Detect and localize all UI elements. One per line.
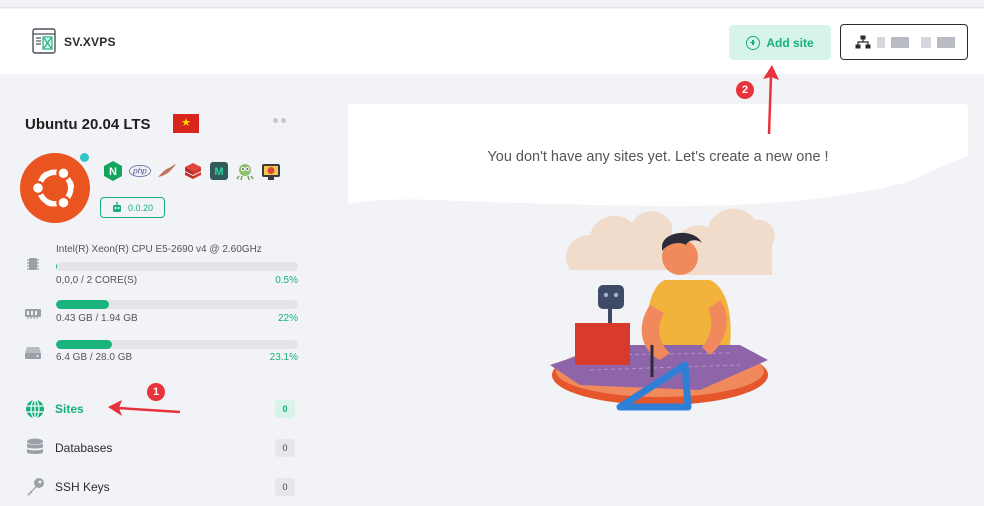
online-status-dot xyxy=(78,151,91,164)
server-switcher[interactable] xyxy=(840,24,968,60)
redis-icon xyxy=(183,161,203,181)
nav-label-ssh-keys: SSH Keys xyxy=(55,480,110,494)
cpu-model: Intel(R) Xeon(R) CPU E5-2690 v4 @ 2.60GH… xyxy=(56,244,262,255)
annotation-arrow-2 xyxy=(763,65,779,135)
svg-text:php: php xyxy=(132,167,147,176)
nav-label-databases: Databases xyxy=(55,441,113,455)
logo-icon xyxy=(32,28,56,54)
top-strip xyxy=(0,0,984,8)
disk-usage-bar xyxy=(56,340,298,349)
robot-icon xyxy=(112,202,121,212)
svg-text:M: M xyxy=(214,166,223,178)
add-site-label: Add site xyxy=(766,35,814,50)
php-icon: php xyxy=(129,161,151,181)
network-icon xyxy=(855,35,871,49)
redacted-text xyxy=(921,36,931,48)
svg-text:N: N xyxy=(109,166,117,178)
memory-icon xyxy=(25,309,41,319)
empty-state-message: You don't have any sites yet. Let's crea… xyxy=(487,149,829,165)
cpu-usage-bar xyxy=(56,262,298,271)
bug-icon xyxy=(235,161,255,181)
brand-name[interactable]: SV.XVPS xyxy=(64,35,116,49)
disk-usage-text: 6.4 GB / 28.0 GB xyxy=(56,352,133,363)
empty-state-illustration xyxy=(550,208,775,411)
monitor-icon xyxy=(261,161,281,181)
nginx-icon: N xyxy=(103,161,123,181)
agent-version-badge: 0.0.20 xyxy=(100,197,165,218)
ram-percent: 22% xyxy=(277,313,298,324)
ubuntu-logo-icon xyxy=(20,153,90,223)
nav-item-ssh-keys[interactable]: SSH Keys 0 xyxy=(24,476,296,498)
plus-circle-icon xyxy=(746,35,761,50)
cpu-percent: 0.5% xyxy=(275,275,298,286)
disk-icon xyxy=(25,347,41,359)
mariadb-icon xyxy=(157,161,177,181)
redacted-text xyxy=(937,36,955,48)
ram-resource: 0.43 GB / 1.94 GB 22% xyxy=(24,299,299,329)
more-options-icon[interactable] xyxy=(273,118,286,123)
databases-count: 0 xyxy=(275,439,295,457)
add-site-button[interactable]: Add site xyxy=(729,25,831,60)
globe-icon xyxy=(24,399,45,420)
cpu-icon xyxy=(27,258,39,270)
nav-item-databases[interactable]: Databases 0 xyxy=(24,437,296,459)
nav-label-sites: Sites xyxy=(55,402,84,416)
server-name: Ubuntu 20.04 LTS xyxy=(25,116,151,133)
memcached-icon: M xyxy=(209,161,229,181)
cpu-resource: Intel(R) Xeon(R) CPU E5-2690 v4 @ 2.60GH… xyxy=(24,243,299,288)
redacted-text xyxy=(891,36,909,48)
ram-usage-text: 0.43 GB / 1.94 GB xyxy=(56,313,138,324)
redacted-text xyxy=(877,36,885,48)
stack-icons: N php M xyxy=(103,161,281,181)
annotation-badge-2: 2 xyxy=(736,81,754,99)
key-icon xyxy=(24,477,45,498)
ssh-keys-count: 0 xyxy=(275,478,295,496)
agent-version: 0.0.20 xyxy=(127,202,154,213)
ram-usage-bar xyxy=(56,300,298,309)
sites-count: 0 xyxy=(275,400,295,418)
disk-percent: 23.1% xyxy=(269,352,298,363)
vietnam-flag-icon: ★ xyxy=(173,114,199,133)
database-icon xyxy=(24,438,45,459)
cpu-usage-text: 0,0,0 / 2 CORE(S) xyxy=(56,275,138,286)
app-header: SV.XVPS Add site xyxy=(0,9,984,74)
annotation-arrow-1 xyxy=(108,400,181,416)
disk-resource: 6.4 GB / 28.0 GB 23.1% xyxy=(24,339,299,369)
